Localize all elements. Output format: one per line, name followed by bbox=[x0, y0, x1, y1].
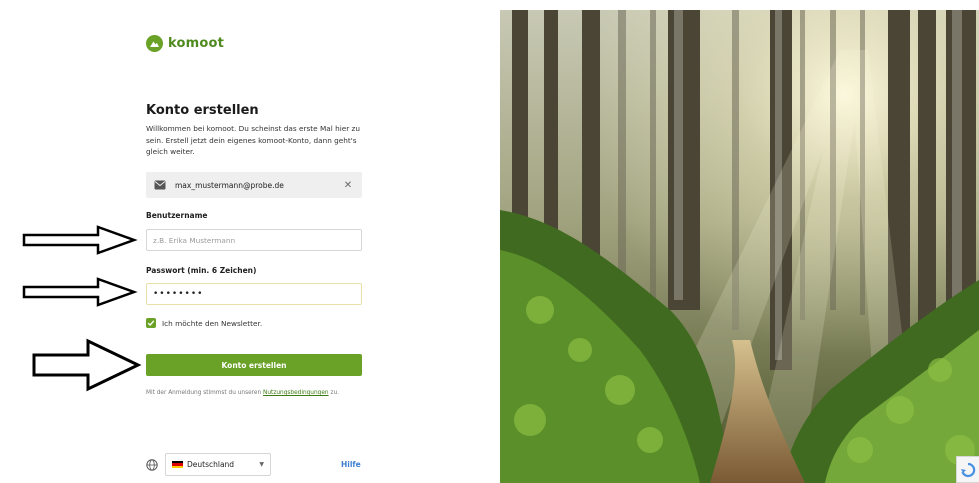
language-select[interactable]: Deutschland ▼ bbox=[165, 453, 271, 476]
page-title: Konto erstellen bbox=[146, 103, 259, 118]
forest-photo bbox=[500, 10, 979, 483]
username-input[interactable] bbox=[146, 229, 362, 251]
komoot-logo[interactable]: komoot bbox=[146, 35, 224, 52]
newsletter-option[interactable]: Ich möchte den Newsletter. bbox=[146, 318, 262, 328]
germany-flag-icon bbox=[172, 461, 183, 468]
arrow-right-icon bbox=[22, 225, 138, 255]
newsletter-checkbox[interactable] bbox=[146, 318, 156, 328]
password-input[interactable] bbox=[146, 283, 362, 305]
newsletter-label: Ich möchte den Newsletter. bbox=[162, 318, 263, 328]
language-value: Deutschland bbox=[187, 460, 235, 469]
recaptcha-icon bbox=[961, 462, 976, 477]
checkmark-icon bbox=[147, 320, 155, 327]
terms-notice: Mit der Anmeldung stimmst du unseren Nut… bbox=[146, 390, 339, 396]
arrow-right-icon bbox=[22, 277, 138, 307]
forest-illustration bbox=[500, 10, 979, 483]
recaptcha-badge[interactable] bbox=[956, 456, 979, 483]
username-label: Benutzername bbox=[146, 211, 208, 220]
help-link[interactable]: Hilfe bbox=[341, 460, 361, 469]
arrow-right-icon bbox=[32, 338, 142, 392]
email-display: max_mustermann@probe.de ✕ bbox=[146, 172, 362, 198]
chevron-down-icon: ▼ bbox=[259, 461, 264, 468]
signup-panel: komoot Konto erstellen Willkommen bei ko… bbox=[0, 0, 500, 483]
password-label: Passwort (min. 6 Zeichen) bbox=[146, 266, 257, 275]
close-icon[interactable]: ✕ bbox=[342, 180, 354, 191]
email-value: max_mustermann@probe.de bbox=[175, 180, 284, 190]
terms-prefix: Mit der Anmeldung stimmst du unseren bbox=[146, 390, 264, 396]
terms-suffix: zu. bbox=[328, 390, 339, 396]
brand-name: komoot bbox=[168, 36, 225, 51]
globe-icon bbox=[146, 459, 158, 471]
create-account-button[interactable]: Konto erstellen bbox=[146, 354, 362, 376]
komoot-logo-icon bbox=[146, 35, 163, 52]
intro-text: Willkommen bei komoot. Du scheinst das e… bbox=[146, 124, 360, 156]
terms-link[interactable]: Nutzungsbedingungen bbox=[263, 390, 329, 396]
mail-icon bbox=[154, 180, 166, 190]
